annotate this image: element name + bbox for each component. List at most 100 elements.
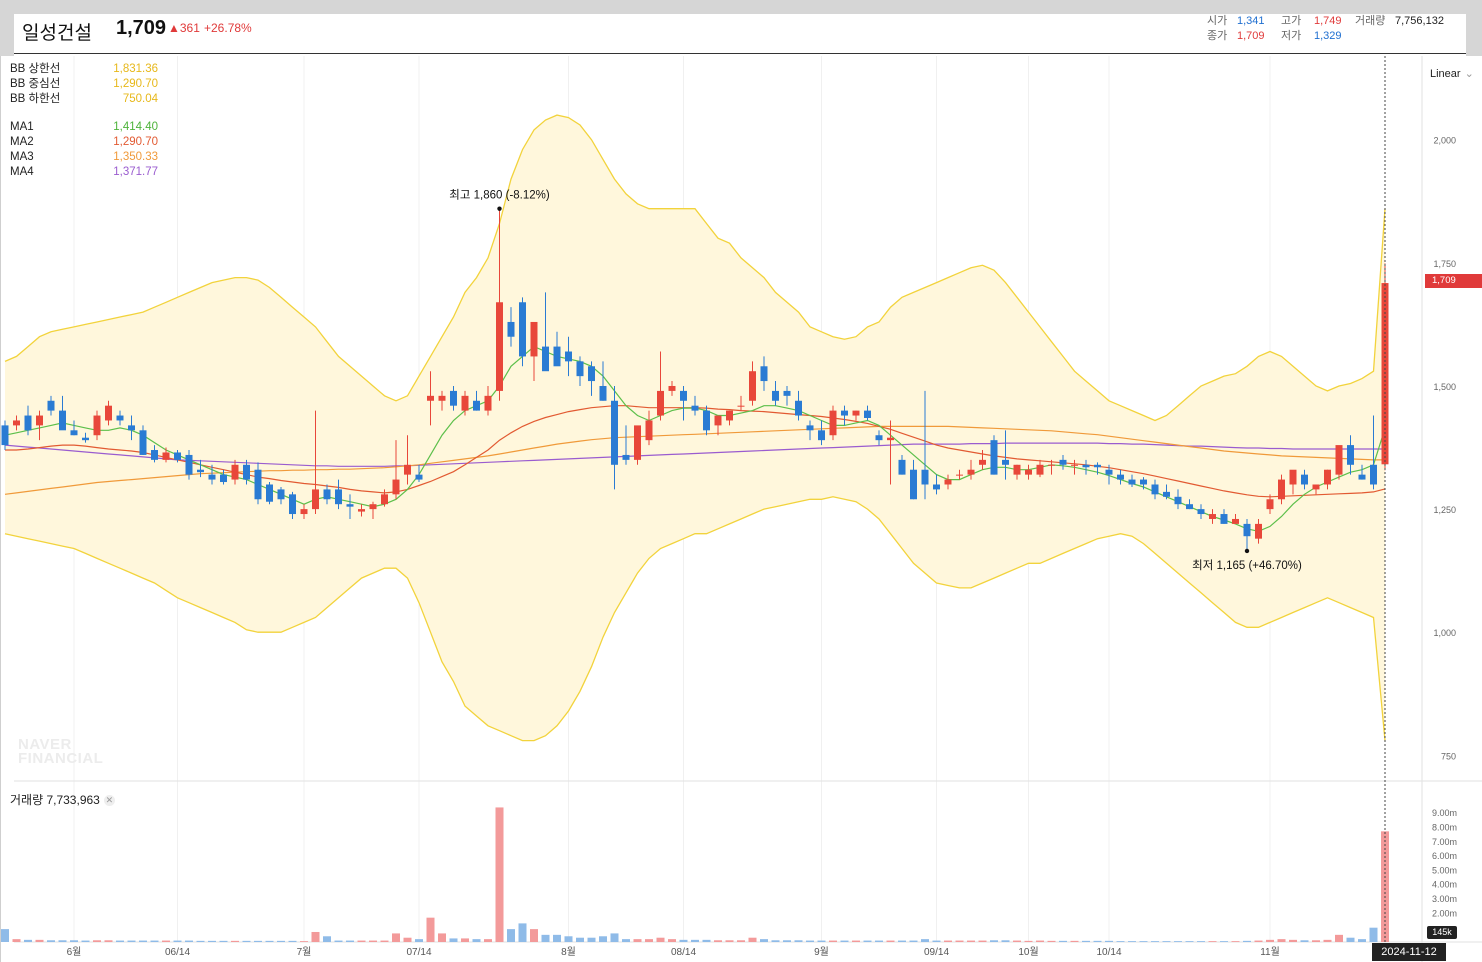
candle-body <box>1151 484 1159 495</box>
time-tick-label: 06/14 <box>165 947 190 958</box>
candle-body <box>185 454 193 475</box>
volume-bar <box>852 940 860 942</box>
candle-body <box>415 474 423 480</box>
candle-body <box>657 390 664 416</box>
price-change: ▲361 <box>168 21 200 35</box>
legend-ma3[interactable]: MA3 1,350.33 <box>10 150 158 165</box>
volume-bar <box>1 929 9 942</box>
volume-bar <box>656 937 665 942</box>
volume-tick-label: 8.00m <box>1432 822 1457 832</box>
volume-bar <box>932 940 941 942</box>
close-value: 1,709 <box>1237 30 1265 42</box>
volume-bar <box>1358 939 1366 942</box>
candle-body <box>990 440 998 475</box>
volume-bar <box>978 940 987 942</box>
volume-bar <box>691 939 699 942</box>
extreme-marker <box>497 206 502 211</box>
volume-bar <box>495 807 504 942</box>
candle-body <box>1358 474 1366 480</box>
candle-body <box>795 400 802 416</box>
candle-body <box>956 474 963 476</box>
legend-ma1[interactable]: MA1 1,414.40 <box>10 120 158 135</box>
candle-body <box>254 469 262 500</box>
candle-body <box>36 415 43 426</box>
volume-tick-label: 2.00m <box>1432 908 1457 918</box>
time-tick-label: 07/14 <box>406 947 431 958</box>
volume-bar <box>242 940 251 942</box>
candle-body <box>760 366 768 382</box>
legend-bb-upper[interactable]: BB 상한선 1,831.36 <box>10 62 158 77</box>
volume-bar <box>771 940 780 942</box>
volume-bar <box>35 939 44 942</box>
volume-bar <box>530 929 538 942</box>
volume-bar <box>1036 940 1044 942</box>
legend-label: MA3 <box>10 151 34 163</box>
volume-bar <box>484 939 492 942</box>
volume-bar <box>81 940 90 942</box>
volume-bar <box>116 940 124 942</box>
candle-body <box>128 425 135 431</box>
volume-bar <box>93 940 101 942</box>
legend-value: 1,831.36 <box>113 63 158 75</box>
candle-body <box>24 415 32 431</box>
candle-body <box>1335 445 1343 475</box>
volume-bar <box>863 940 872 942</box>
candle-body <box>634 425 641 460</box>
stock-name: 일성건설 <box>22 23 92 44</box>
legend-ma2[interactable]: MA2 1,290.70 <box>10 135 158 150</box>
candle-body <box>300 509 308 515</box>
candle-body <box>59 410 66 431</box>
candle-body <box>1220 514 1228 524</box>
candle-body <box>588 366 595 382</box>
volume-bar <box>70 940 78 942</box>
volume-bar <box>380 940 389 942</box>
legend-label: MA4 <box>10 166 34 178</box>
candle-body <box>1301 474 1308 485</box>
candle-body <box>1094 464 1101 468</box>
current-price: 1,709 <box>116 17 167 39</box>
candle-body <box>783 390 791 396</box>
open-value: 1,341 <box>1237 15 1265 27</box>
volume-bar <box>1243 940 1251 942</box>
price-chart[interactable]: 최고 1,860 (-8.12%) 최저 1,165 (+46.70%) 750 1,… <box>0 0 1482 962</box>
candle-body <box>1312 484 1320 490</box>
candle-body <box>496 302 503 391</box>
volume-bar <box>104 940 113 942</box>
volume-bar <box>1070 940 1079 942</box>
legend-label: MA1 <box>10 121 34 133</box>
volume-bar <box>1105 940 1113 942</box>
scale-mode-dropdown[interactable]: Linear ⌄ <box>1430 67 1474 80</box>
candle-body <box>473 400 480 411</box>
volume-bar <box>760 939 768 942</box>
candle-body <box>1370 464 1377 485</box>
candle-body <box>1209 514 1216 519</box>
legend-bb-lower[interactable]: BB 하한선 750.04 <box>10 92 158 107</box>
volume-bar <box>288 940 297 942</box>
low-value: 1,329 <box>1314 30 1342 42</box>
candle-body <box>289 494 296 515</box>
candle-body <box>1163 491 1170 497</box>
volume-bar <box>1024 940 1033 942</box>
price-tick-label: 2,000 <box>1433 136 1456 146</box>
candle-body <box>105 405 112 421</box>
candle-body <box>967 469 975 475</box>
volume-bar <box>47 940 55 942</box>
close-icon[interactable]: ✕ <box>103 795 115 806</box>
legend-ma4[interactable]: MA4 1,371.77 <box>10 165 158 180</box>
time-tick-label: 6월 <box>67 946 82 958</box>
candle-body <box>1013 464 1021 475</box>
legend-bb-mid[interactable]: BB 중심선 1,290.70 <box>10 77 158 92</box>
candle-body <box>231 464 239 480</box>
volume-bar <box>1197 941 1205 942</box>
candle-body <box>553 346 561 367</box>
volume-bar <box>219 940 228 942</box>
volume-bar <box>564 936 573 942</box>
legend-label: BB 중심선 <box>10 78 61 90</box>
volume-bar <box>921 939 929 942</box>
volume-bar <box>599 936 607 942</box>
candle-body <box>530 321 538 357</box>
volume-bar <box>1139 941 1148 942</box>
candle-body <box>714 415 722 426</box>
volume-bar <box>944 940 952 942</box>
volume-bar <box>1300 940 1309 942</box>
